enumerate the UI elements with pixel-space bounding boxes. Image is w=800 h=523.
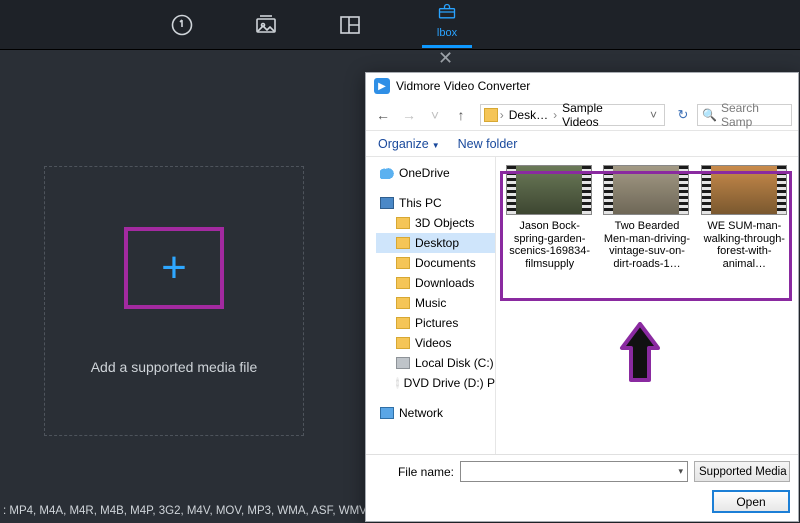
file-type-dropdown[interactable]: Supported Media	[694, 461, 790, 482]
folder-icon	[396, 217, 410, 229]
organize-menu[interactable]: Organize▼	[378, 137, 440, 151]
dropzone[interactable]: + Add a supported media file	[44, 166, 304, 436]
annotation-arrow-icon	[616, 322, 664, 384]
folder-icon	[484, 108, 498, 122]
tree-desktop[interactable]: Desktop	[376, 233, 495, 253]
chevron-down-icon[interactable]: ˅	[646, 108, 661, 122]
chevron-down-icon: ▾	[678, 466, 683, 477]
plus-icon: +	[161, 246, 187, 290]
dialog-bottom-bar: File name: ▾ Supported Media Open	[366, 454, 798, 521]
tree-3d-objects[interactable]: 3D Objects	[376, 213, 495, 233]
address-bar[interactable]: › Desk… › Sample Videos ˅	[480, 104, 665, 126]
search-icon: 🔍	[702, 108, 717, 122]
breadcrumb-item[interactable]: Desk…	[506, 108, 551, 122]
dialog-navbar: ← → ˅ ↑ › Desk… › Sample Videos ˅ ↻ 🔍 Se…	[366, 99, 798, 131]
tree-this-pc[interactable]: This PC	[376, 193, 495, 213]
nav-up-icon[interactable]: ↑	[450, 107, 472, 123]
folder-icon	[396, 237, 410, 249]
folder-icon	[396, 337, 410, 349]
drop-instruction: Add a supported media file	[91, 359, 258, 375]
tree-pictures[interactable]: Pictures	[376, 313, 495, 333]
tree-network[interactable]: Network	[376, 403, 495, 423]
toolbox-icon	[435, 2, 459, 25]
network-icon	[380, 407, 394, 419]
search-placeholder: Search Samp	[721, 101, 787, 129]
file-name-input[interactable]: ▾	[460, 461, 688, 482]
tree-downloads[interactable]: Downloads	[376, 273, 495, 293]
refresh-icon[interactable]: ↻	[673, 107, 693, 123]
tree-documents[interactable]: Documents	[376, 253, 495, 273]
workspace: + Add a supported media file	[0, 60, 360, 490]
folder-icon	[396, 297, 410, 309]
dialog-toolbar: Organize▼ New folder	[366, 131, 798, 157]
tree-music[interactable]: Music	[376, 293, 495, 313]
layout-icon[interactable]	[338, 13, 362, 37]
disk-icon	[396, 357, 410, 369]
chevron-down-icon[interactable]: ˅	[424, 107, 446, 123]
dvd-icon	[396, 377, 399, 389]
tree-local-disk[interactable]: Local Disk (C:)	[376, 353, 495, 373]
toolbox-tab-label: lbox	[437, 27, 457, 39]
app-icon: ▶	[374, 78, 390, 94]
app-top-nav: lbox	[0, 0, 800, 50]
file-list-pane: Jason Bock-spring-garden-scenics-169834-…	[496, 157, 798, 454]
tree-onedrive[interactable]: OneDrive	[376, 163, 495, 183]
selection-highlight	[500, 171, 792, 301]
folder-icon	[396, 317, 410, 329]
nav-forward-icon[interactable]: →	[398, 107, 420, 123]
file-name-label: File name:	[374, 465, 454, 479]
convert-icon[interactable]	[170, 13, 194, 37]
folder-icon	[396, 277, 410, 289]
open-button[interactable]: Open	[712, 490, 790, 513]
gallery-icon[interactable]	[254, 13, 278, 37]
file-open-dialog: ▶ Vidmore Video Converter ← → ˅ ↑ › Desk…	[365, 72, 799, 522]
nav-back-icon[interactable]: ←	[372, 107, 394, 123]
close-icon[interactable]: ✕	[438, 48, 453, 69]
search-input[interactable]: 🔍 Search Samp	[697, 104, 792, 126]
breadcrumb-sep: ›	[500, 108, 504, 122]
new-folder-button[interactable]: New folder	[458, 137, 518, 151]
toolbox-tab[interactable]: lbox	[422, 2, 472, 48]
dialog-title: Vidmore Video Converter	[396, 79, 530, 93]
breadcrumb-item[interactable]: Sample Videos	[559, 101, 644, 129]
tree-videos[interactable]: Videos	[376, 333, 495, 353]
supported-formats-line: : MP4, M4A, M4R, M4B, M4P, 3G2, M4V, MOV…	[3, 505, 369, 517]
tree-dvd-drive[interactable]: DVD Drive (D:) P	[376, 373, 495, 393]
cloud-icon	[380, 167, 394, 179]
folder-icon	[396, 257, 410, 269]
pc-icon	[380, 197, 394, 209]
dialog-titlebar: ▶ Vidmore Video Converter	[366, 73, 798, 99]
folder-tree: OneDrive This PC 3D Objects Desktop Docu…	[366, 157, 496, 454]
breadcrumb-sep: ›	[553, 108, 557, 122]
add-media-box[interactable]: +	[124, 227, 224, 309]
